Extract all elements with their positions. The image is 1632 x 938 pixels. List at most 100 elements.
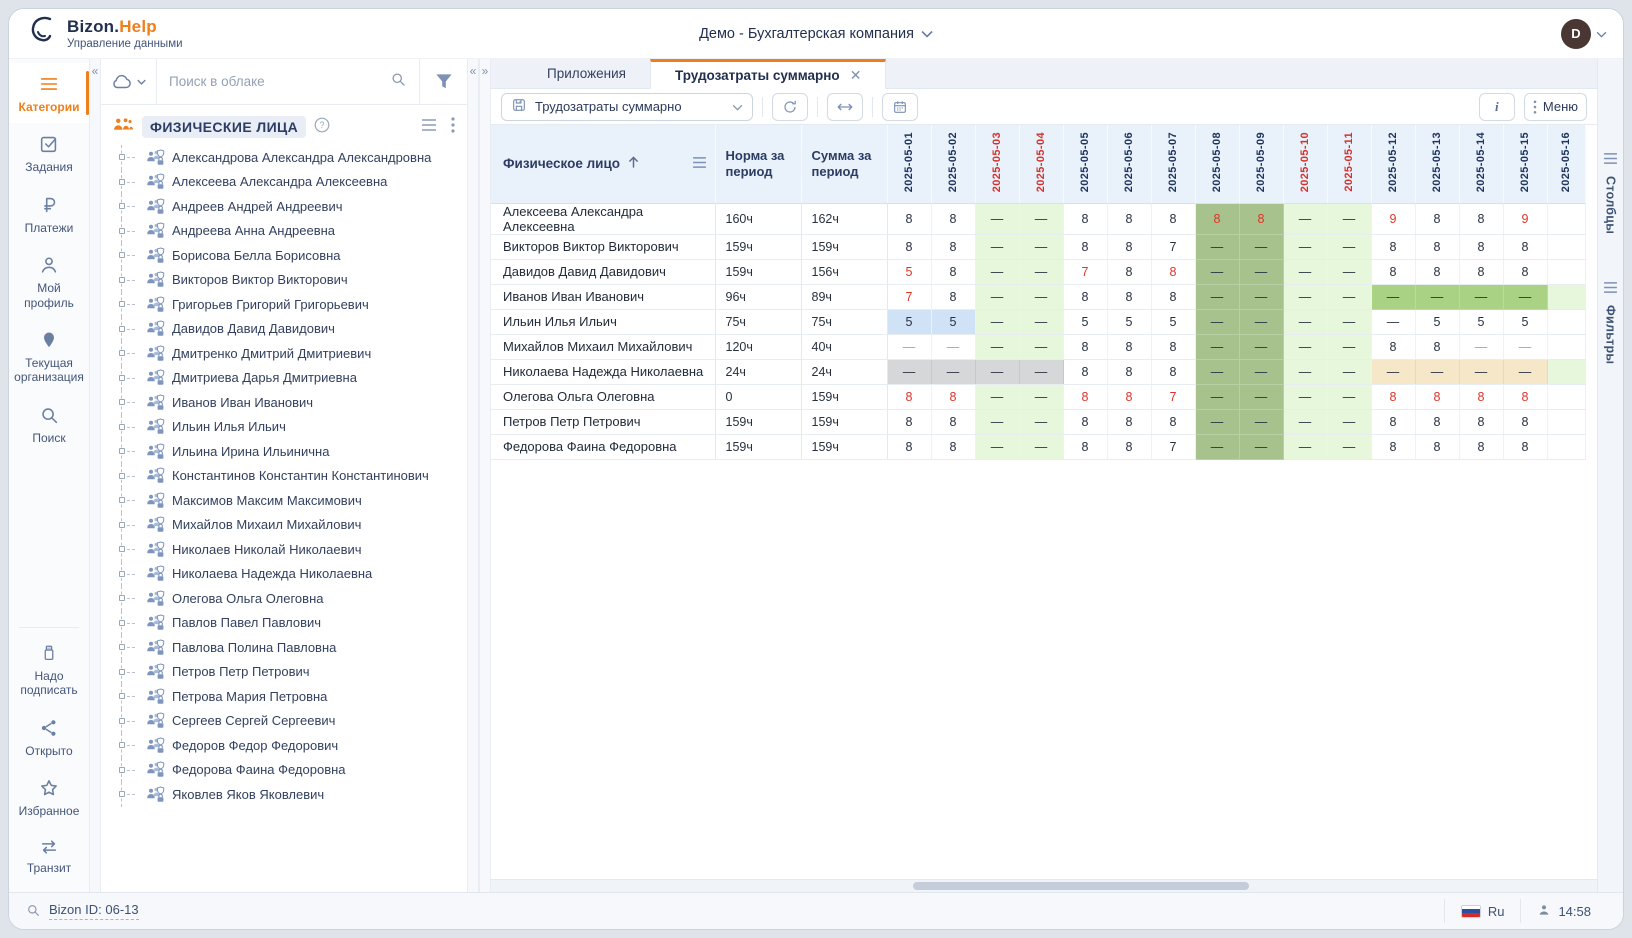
cell-day[interactable]: — bbox=[1195, 359, 1239, 384]
cell-person[interactable]: Иванов Иван Иванович bbox=[491, 284, 715, 309]
cell-person[interactable]: Олегова Ольга Олеговна bbox=[491, 384, 715, 409]
cell-day[interactable]: 8 bbox=[931, 384, 975, 409]
tree-expand-node[interactable] bbox=[119, 399, 125, 405]
cell-day[interactable]: — bbox=[1327, 259, 1371, 284]
tree-item[interactable]: Петров Петр Петрович bbox=[117, 660, 467, 685]
cell-day[interactable]: — bbox=[1283, 234, 1327, 259]
cell-sum[interactable]: 156ч bbox=[801, 259, 887, 284]
cell-day[interactable]: 9 bbox=[1371, 203, 1415, 234]
cell-norm[interactable]: 159ч bbox=[715, 409, 801, 434]
cell-day-partial[interactable] bbox=[1547, 384, 1586, 409]
info-button[interactable]: i bbox=[1479, 93, 1515, 121]
cell-day[interactable]: — bbox=[975, 434, 1019, 459]
fit-width-button[interactable] bbox=[827, 93, 863, 121]
cell-norm[interactable]: 159ч bbox=[715, 259, 801, 284]
cell-day[interactable]: — bbox=[931, 334, 975, 359]
cloud-search-input[interactable] bbox=[169, 74, 381, 89]
splitter-sidebar[interactable]: « bbox=[89, 59, 101, 892]
table-row[interactable]: Давидов Давид Давидович159ч156ч58——788——… bbox=[491, 259, 1586, 284]
cell-day[interactable]: — bbox=[1371, 359, 1415, 384]
cell-day[interactable]: — bbox=[1195, 309, 1239, 334]
tree-item[interactable]: Яковлев Яков Яковлевич bbox=[117, 782, 467, 807]
kebab-menu-icon[interactable] bbox=[451, 117, 455, 138]
tree-expand-node[interactable] bbox=[119, 595, 125, 601]
cell-sum[interactable]: 159ч bbox=[801, 409, 887, 434]
cell-day-partial[interactable] bbox=[1547, 309, 1586, 334]
cell-day[interactable]: — bbox=[1415, 284, 1459, 309]
cell-day[interactable]: — bbox=[1019, 434, 1063, 459]
cell-day[interactable]: 5 bbox=[1151, 309, 1195, 334]
cell-day[interactable]: 8 bbox=[1415, 203, 1459, 234]
cell-day[interactable]: 5 bbox=[1459, 309, 1503, 334]
cell-day[interactable]: 8 bbox=[1371, 259, 1415, 284]
cell-day[interactable]: 8 bbox=[1063, 409, 1107, 434]
tree-item[interactable]: Павлова Полина Павловна bbox=[117, 635, 467, 660]
cell-day[interactable]: 8 bbox=[1239, 203, 1283, 234]
cell-day[interactable]: — bbox=[975, 284, 1019, 309]
sort-asc-icon[interactable] bbox=[628, 156, 639, 171]
column-header-date[interactable]: 2025-05-05 bbox=[1063, 125, 1107, 203]
cell-day[interactable]: 7 bbox=[1151, 434, 1195, 459]
column-header-date[interactable]: 2025-05-09 bbox=[1239, 125, 1283, 203]
cell-person[interactable]: Алексеева Александра Алексеевна bbox=[491, 203, 715, 234]
cell-day[interactable]: — bbox=[1195, 234, 1239, 259]
column-header-date[interactable]: 2025-05-14 bbox=[1459, 125, 1503, 203]
tree-expand-node[interactable] bbox=[119, 620, 125, 626]
column-menu-icon[interactable] bbox=[692, 156, 707, 171]
cell-day[interactable]: 8 bbox=[1107, 203, 1151, 234]
cell-day[interactable]: — bbox=[1503, 284, 1547, 309]
sidebar-item-share[interactable]: Открыто bbox=[9, 707, 89, 767]
column-header-date-partial[interactable]: 2025-05-16 bbox=[1547, 125, 1586, 203]
cell-day[interactable]: 7 bbox=[1151, 384, 1195, 409]
cell-day[interactable]: — bbox=[1327, 359, 1371, 384]
cell-day[interactable]: 8 bbox=[1195, 203, 1239, 234]
scrollbar-thumb[interactable] bbox=[913, 882, 1249, 890]
table-row[interactable]: Николаева Надежда Николаевна24ч24ч————88… bbox=[491, 359, 1586, 384]
tree-item[interactable]: Олегова Ольга Олеговна bbox=[117, 586, 467, 611]
cell-day[interactable]: — bbox=[931, 359, 975, 384]
column-header-date[interactable]: 2025-05-15 bbox=[1503, 125, 1547, 203]
cell-day[interactable]: 8 bbox=[1371, 234, 1415, 259]
cell-day-partial[interactable] bbox=[1547, 409, 1586, 434]
cell-day-partial[interactable] bbox=[1547, 259, 1586, 284]
tree-item[interactable]: Андреева Анна Андреевна bbox=[117, 219, 467, 244]
cell-day[interactable]: — bbox=[1019, 359, 1063, 384]
tree-expand-node[interactable] bbox=[119, 350, 125, 356]
cell-day[interactable]: 8 bbox=[1151, 203, 1195, 234]
tree-item[interactable]: Николаева Надежда Николаевна bbox=[117, 562, 467, 587]
cell-day[interactable]: — bbox=[1459, 284, 1503, 309]
cell-day[interactable]: 5 bbox=[887, 259, 931, 284]
cell-day[interactable]: — bbox=[1327, 309, 1371, 334]
cell-day[interactable]: — bbox=[1327, 384, 1371, 409]
panel-tab-столбцы[interactable]: Столбцы bbox=[1603, 151, 1618, 234]
tree-expand-node[interactable] bbox=[119, 424, 125, 430]
cell-day[interactable]: — bbox=[1019, 334, 1063, 359]
tree-item[interactable]: Борисова Белла Борисовна bbox=[117, 243, 467, 268]
table-row[interactable]: Викторов Виктор Викторович159ч159ч88——88… bbox=[491, 234, 1586, 259]
tree-expand-node[interactable] bbox=[119, 767, 125, 773]
cell-day[interactable]: — bbox=[1283, 359, 1327, 384]
tab-2[interactable]: Трудозатраты суммарно✕ bbox=[650, 59, 886, 89]
cell-day[interactable]: 8 bbox=[1459, 203, 1503, 234]
column-header-norm[interactable]: Норма за период bbox=[715, 125, 801, 203]
cell-day[interactable]: — bbox=[975, 334, 1019, 359]
view-select[interactable]: Трудозатраты суммарно bbox=[501, 93, 753, 121]
cell-day[interactable]: — bbox=[1283, 409, 1327, 434]
tree-item[interactable]: Ильин Илья Ильич bbox=[117, 415, 467, 440]
cell-day[interactable]: 8 bbox=[1371, 384, 1415, 409]
table-row[interactable]: Федорова Фаина Федоровна159ч159ч88——887—… bbox=[491, 434, 1586, 459]
cell-day[interactable]: 8 bbox=[1063, 359, 1107, 384]
cell-day[interactable]: 8 bbox=[1151, 284, 1195, 309]
tree-item[interactable]: Андреев Андрей Андреевич bbox=[117, 194, 467, 219]
cell-sum[interactable]: 162ч bbox=[801, 203, 887, 234]
table-row[interactable]: Иванов Иван Иванович96ч89ч78——888———————… bbox=[491, 284, 1586, 309]
tree-item[interactable]: Николаев Николай Николаевич bbox=[117, 537, 467, 562]
cell-person[interactable]: Михайлов Михаил Михайлович bbox=[491, 334, 715, 359]
tree-expand-node[interactable] bbox=[119, 252, 125, 258]
cell-day[interactable]: 8 bbox=[1415, 409, 1459, 434]
cell-day[interactable]: — bbox=[1019, 409, 1063, 434]
panel-tab-фильтры[interactable]: Фильтры bbox=[1603, 280, 1618, 364]
cell-day[interactable]: 8 bbox=[1063, 284, 1107, 309]
cell-day[interactable]: 8 bbox=[1151, 359, 1195, 384]
column-header-date[interactable]: 2025-05-02 bbox=[931, 125, 975, 203]
